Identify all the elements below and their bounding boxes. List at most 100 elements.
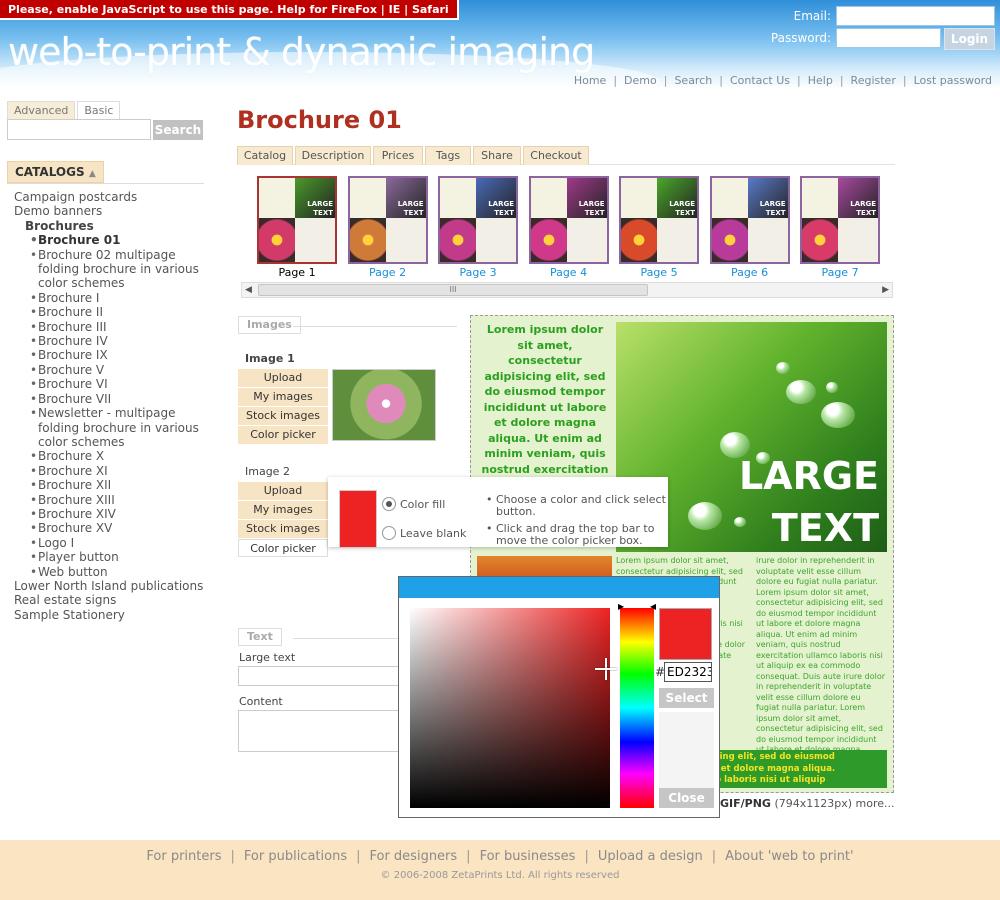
catalog-item-logo-i[interactable]: Logo I	[14, 536, 209, 551]
nav-register[interactable]: Register	[851, 74, 896, 87]
page-thumbnail-6[interactable]: LARGE TEXT	[709, 176, 790, 264]
catalog-item-brochure-xii[interactable]: Brochure XII	[14, 478, 209, 493]
image2-color-picker-button[interactable]: Color picker	[238, 539, 328, 557]
page-thumbnail-2[interactable]: LARGE TEXT	[347, 176, 428, 264]
color-picker-drag-bar[interactable]	[399, 577, 719, 598]
close-button[interactable]: Close	[659, 788, 714, 808]
catalog-item-brochure-i[interactable]: Brochure I	[14, 291, 209, 306]
login-button[interactable]: Login	[944, 28, 995, 50]
content-textarea[interactable]	[238, 710, 406, 752]
catalog-item-demo-banners[interactable]: Demo banners	[14, 204, 209, 218]
image1-color-picker-button[interactable]: Color picker	[238, 426, 328, 444]
catalog-item-brochure-xiv[interactable]: Brochure XIV	[14, 507, 209, 522]
page-label-7[interactable]: Page 7	[800, 266, 880, 279]
page-thumbnail-7[interactable]: LARGE TEXT	[800, 176, 880, 264]
page-thumbnail-1[interactable]: LARGE TEXT	[257, 176, 337, 264]
image1-stock-images-button[interactable]: Stock images	[238, 407, 328, 425]
scroll-left-icon[interactable]: ◀	[245, 283, 252, 297]
tab-advanced-search[interactable]: Advanced	[7, 101, 76, 119]
tab-share[interactable]: Share	[473, 146, 521, 165]
catalog-item-campaign-postcards[interactable]: Campaign postcards	[14, 190, 209, 204]
page-label-4[interactable]: Page 4	[529, 266, 609, 279]
color-swatch[interactable]	[339, 490, 377, 548]
search-input[interactable]	[7, 119, 151, 140]
preview-format-info: GIF/PNG (794x1123px) more...	[720, 797, 895, 810]
catalog-item-brochure-vii[interactable]: Brochure VII	[14, 392, 209, 407]
page-thumbnail-4[interactable]: LARGE TEXT	[528, 176, 609, 264]
image1-preview[interactable]	[332, 369, 436, 441]
catalog-item-brochure-iv[interactable]: Brochure IV	[14, 334, 209, 349]
image1-my-images-button[interactable]: My images	[238, 388, 328, 406]
hue-pointer[interactable]: ▶ ◀	[618, 602, 656, 612]
catalog-item-brochure-02-multipage-folding-brochure-i[interactable]: Brochure 02 multipage folding brochure i…	[14, 248, 209, 291]
catalog-item-brochure-ii[interactable]: Brochure II	[14, 305, 209, 320]
tab-prices[interactable]: Prices	[373, 146, 423, 165]
catalog-item-brochure-xi[interactable]: Brochure XI	[14, 464, 209, 479]
hue-slider[interactable]	[620, 608, 654, 808]
image1-upload-button[interactable]: Upload	[238, 369, 328, 387]
catalog-item-brochure-ix[interactable]: Brochure IX	[14, 348, 209, 363]
page-label-1[interactable]: Page 1	[257, 266, 337, 279]
catalog-item-player-button[interactable]: Player button	[14, 550, 209, 565]
scroll-right-icon[interactable]: ▶	[882, 283, 889, 297]
catalog-item-brochures[interactable]: Brochures	[14, 219, 209, 233]
footer-link-for-designers[interactable]: For designers	[369, 849, 457, 864]
saturation-value-area[interactable]	[410, 608, 617, 808]
help-ie-link[interactable]: IE	[389, 3, 401, 16]
thumb-body-text	[385, 218, 426, 262]
site-logo[interactable]: web-to-print & dynamic imaging	[8, 30, 595, 74]
catalog-item-brochure-x[interactable]: Brochure X	[14, 449, 209, 464]
image2-upload-button[interactable]: Upload	[238, 482, 328, 500]
tab-catalog[interactable]: Catalog	[237, 146, 293, 165]
nav-contact-us[interactable]: Contact Us	[730, 74, 790, 87]
nav-separator: |	[839, 74, 844, 87]
page-thumbnail-3[interactable]: LARGE TEXT	[438, 176, 518, 264]
tab-checkout[interactable]: Checkout	[523, 146, 589, 165]
more-link[interactable]: more...	[856, 797, 895, 810]
help-firefox-link[interactable]: FireFox	[331, 3, 377, 16]
catalogs-heading[interactable]: CATALOGS ▲	[7, 161, 104, 183]
tab-tags[interactable]: Tags	[425, 146, 471, 165]
catalog-item-lower-north-island-publications[interactable]: Lower North Island publications	[14, 579, 209, 593]
catalog-item-newsletter-multipage-folding-brochure-in[interactable]: Newsletter - multipage folding brochure …	[14, 406, 209, 449]
scrollbar-thumb[interactable]: III	[258, 284, 648, 296]
catalog-item-brochure-vi[interactable]: Brochure VI	[14, 377, 209, 392]
tab-description[interactable]: Description	[295, 146, 371, 165]
nav-search[interactable]: Search	[674, 74, 712, 87]
catalog-item-sample-stationery[interactable]: Sample Stationery	[14, 608, 209, 622]
footer-link-upload-a-design[interactable]: Upload a design	[598, 849, 703, 864]
large-text-input[interactable]	[238, 666, 406, 686]
footer-link-for-publications[interactable]: For publications	[244, 849, 347, 864]
email-field[interactable]	[836, 6, 995, 26]
hex-input[interactable]: ED2323	[664, 662, 712, 682]
color-fill-radio[interactable]	[382, 497, 396, 511]
catalog-item-brochure-xiii[interactable]: Brochure XIII	[14, 493, 209, 508]
nav-demo[interactable]: Demo	[624, 74, 657, 87]
thumbnail-scrollbar[interactable]: ◀ III ▶	[241, 282, 893, 298]
catalog-item-brochure-xv[interactable]: Brochure XV	[14, 521, 209, 536]
page-label-6[interactable]: Page 6	[710, 266, 790, 279]
page-label-2[interactable]: Page 2	[348, 266, 428, 279]
catalog-item-brochure-01[interactable]: Brochure 01	[14, 233, 209, 248]
footer-link-for-businesses[interactable]: For businesses	[480, 849, 576, 864]
page-thumbnail-5[interactable]: LARGE TEXT	[619, 176, 699, 264]
nav-home[interactable]: Home	[574, 74, 606, 87]
catalog-item-brochure-v[interactable]: Brochure V	[14, 363, 209, 378]
nav-help[interactable]: Help	[808, 74, 833, 87]
catalog-item-web-button[interactable]: Web button	[14, 565, 209, 580]
page-label-5[interactable]: Page 5	[619, 266, 699, 279]
password-field[interactable]	[836, 28, 941, 48]
select-button[interactable]: Select	[659, 688, 714, 708]
image2-stock-images-button[interactable]: Stock images	[238, 520, 328, 538]
page-label-3[interactable]: Page 3	[438, 266, 518, 279]
footer-link-about-web-to-print[interactable]: About 'web to print'	[725, 849, 853, 864]
tab-basic-search[interactable]: Basic	[77, 101, 121, 119]
leave-blank-radio[interactable]	[382, 526, 396, 540]
help-safari-link[interactable]: Safari	[412, 3, 449, 16]
search-button[interactable]: Search	[153, 120, 203, 140]
footer-link-for-printers[interactable]: For printers	[146, 849, 221, 864]
nav-lost-password[interactable]: Lost password	[914, 74, 992, 87]
image2-my-images-button[interactable]: My images	[238, 501, 328, 519]
catalog-item-real-estate-signs[interactable]: Real estate signs	[14, 593, 209, 607]
catalog-item-brochure-iii[interactable]: Brochure III	[14, 320, 209, 335]
